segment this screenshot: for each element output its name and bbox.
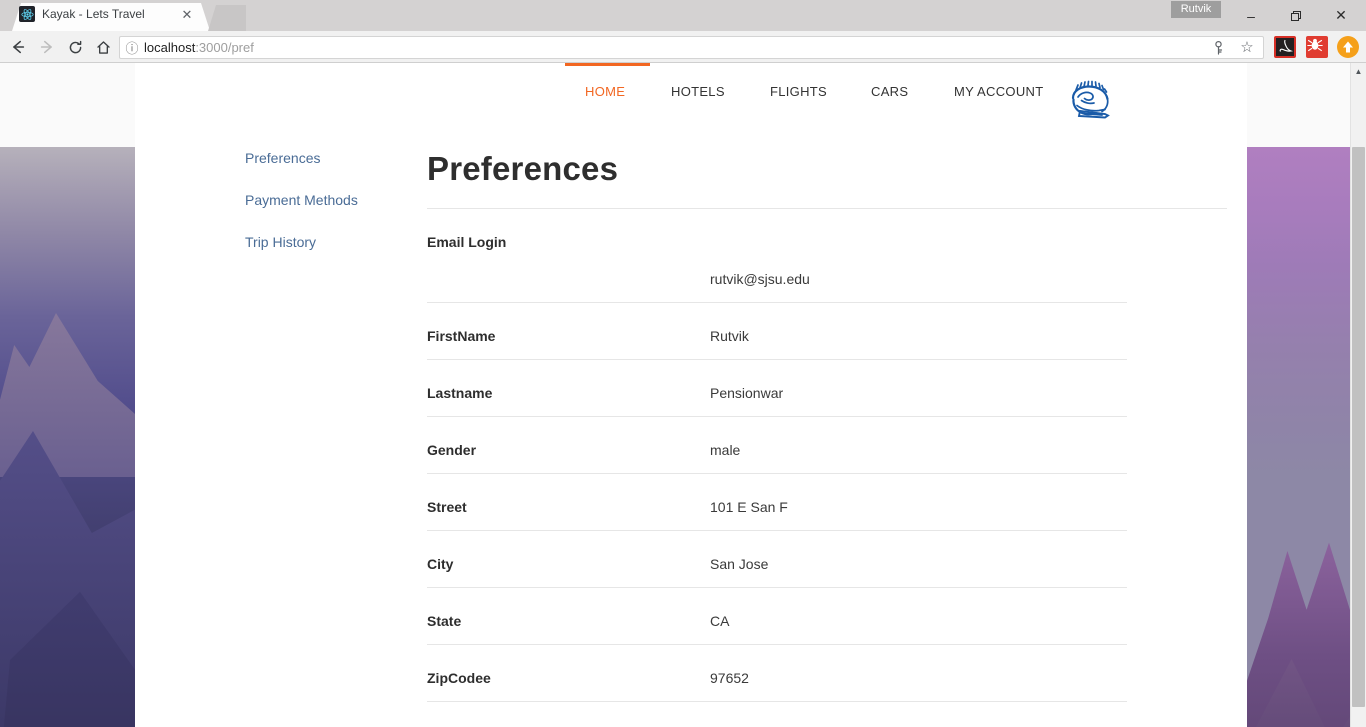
url-host: localhost [144, 40, 196, 55]
browser-tab-title: Kayak - Lets Travel [42, 7, 145, 21]
window-close-button[interactable]: ✕ [1318, 0, 1364, 31]
row-label: ZipCodee [427, 670, 491, 686]
row-value: CA [710, 613, 730, 629]
page-scrollbar[interactable]: ▲ [1350, 63, 1366, 727]
nav-item-flights[interactable]: FLIGHTS [770, 84, 827, 99]
scroll-up-arrow-icon[interactable]: ▲ [1351, 63, 1366, 80]
forward-icon [33, 31, 61, 63]
row-value: 101 E San F [710, 499, 788, 515]
row-value: Rutvik [710, 328, 749, 344]
browser-tab-strip: Kayak - Lets Travel ✕ Rutvik – ✕ [0, 0, 1366, 31]
home-icon[interactable] [89, 31, 117, 63]
row-value: 97652 [710, 670, 749, 686]
react-logo-icon [19, 6, 35, 22]
row-label: Street [427, 499, 467, 515]
row-label: Gender [427, 442, 477, 458]
page-info-icon[interactable]: ⓘ [120, 38, 144, 57]
page-background-right [1247, 63, 1350, 147]
row-label: FirstName [427, 328, 496, 344]
table-row: Email Login rutvik@sjsu.edu [427, 209, 1127, 303]
row-value: Pensionwar [710, 385, 784, 401]
url-text: localhost:3000/pref [144, 40, 254, 55]
nav-item-my-account[interactable]: MY ACCOUNT [954, 84, 1043, 99]
password-key-icon[interactable] [1211, 41, 1225, 56]
side-navigation: Preferences Payment Methods Trip History [245, 150, 445, 276]
bug-extension-icon[interactable] [1306, 36, 1328, 58]
row-label: Email Login [427, 234, 507, 250]
web-page: HOME HOTELS FLIGHTS CARS MY ACCOUNT Pref… [135, 63, 1247, 727]
new-tab-button[interactable] [208, 5, 246, 31]
nav-item-hotels[interactable]: HOTELS [671, 84, 725, 99]
url-path: :3000/pref [195, 40, 254, 55]
page-viewport: HOME HOTELS FLIGHTS CARS MY ACCOUNT Pref… [0, 63, 1350, 727]
sidebar-item-preferences[interactable]: Preferences [245, 150, 445, 166]
table-row: Gender male [427, 417, 1127, 474]
row-label: Lastname [427, 385, 493, 401]
reload-icon[interactable] [61, 31, 89, 63]
table-row: FirstName Rutvik [427, 303, 1127, 360]
bookmark-star-icon[interactable]: ☆ [1239, 40, 1255, 56]
row-label: State [427, 613, 462, 629]
row-label: City [427, 556, 454, 572]
nav-item-home[interactable]: HOME [585, 84, 625, 99]
address-bar[interactable]: ⓘ localhost:3000/pref ☆ [119, 36, 1264, 59]
table-row: Street 101 E San F [427, 474, 1127, 531]
sidebar-item-trip-history[interactable]: Trip History [245, 234, 445, 250]
sjsu-spartan-logo-icon[interactable] [1065, 78, 1119, 132]
update-arrow-extension-icon[interactable] [1337, 36, 1359, 58]
tab-close-icon[interactable]: ✕ [180, 8, 194, 22]
nav-item-cars[interactable]: CARS [871, 84, 908, 99]
back-icon[interactable] [4, 31, 32, 63]
table-row: City San Jose [427, 531, 1127, 588]
sidebar-item-payment-methods[interactable]: Payment Methods [245, 192, 445, 208]
table-row: Lastname Pensionwar [427, 360, 1127, 417]
profile-chip[interactable]: Rutvik [1171, 1, 1221, 18]
page-background-left [0, 63, 135, 147]
page-title: Preferences [427, 150, 619, 187]
site-header: HOME HOTELS FLIGHTS CARS MY ACCOUNT [135, 66, 1247, 138]
scrollbar-thumb[interactable] [1352, 147, 1365, 707]
preferences-panel: Preferences Email Login rutvik@sjsu.edu … [427, 138, 1227, 702]
row-value: rutvik@sjsu.edu [710, 271, 810, 287]
window-minimize-button[interactable]: – [1228, 0, 1274, 31]
row-value: San Jose [710, 556, 769, 572]
row-value: male [710, 442, 741, 458]
adobe-acrobat-extension-icon[interactable] [1274, 36, 1296, 58]
table-row: State CA [427, 588, 1127, 645]
window-maximize-button[interactable] [1273, 0, 1319, 31]
table-row: ZipCodee 97652 [427, 645, 1127, 702]
